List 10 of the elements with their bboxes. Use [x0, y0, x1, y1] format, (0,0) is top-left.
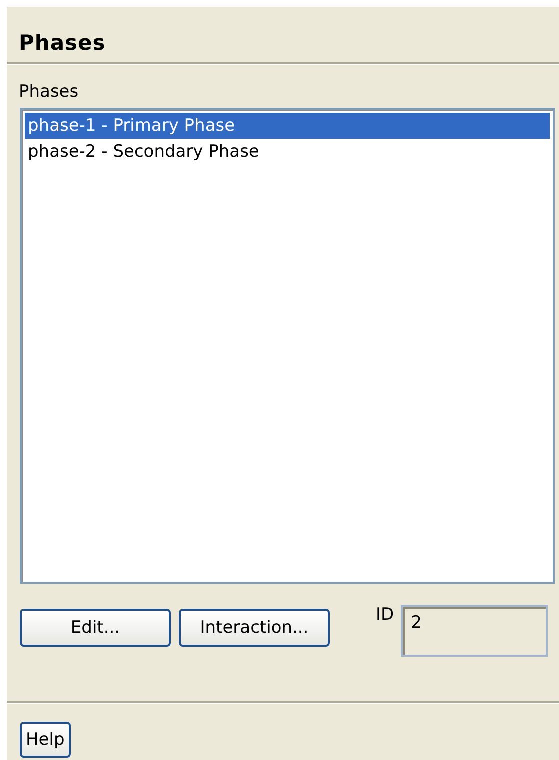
panel-title: Phases	[18, 30, 107, 57]
list-item[interactable]: phase-1 - Primary Phase	[25, 113, 550, 139]
phase-list[interactable]: phase-1 - Primary Phase phase-2 - Secondary Phase	[20, 108, 555, 584]
id-field[interactable]: 2	[401, 605, 548, 657]
list-item[interactable]: phase-2 - Secondary Phase	[25, 139, 550, 165]
help-button[interactable]: Help	[20, 722, 71, 758]
edit-button[interactable]: Edit...	[20, 609, 171, 647]
id-label: ID	[376, 605, 394, 625]
interaction-button[interactable]: Interaction...	[179, 609, 330, 647]
list-label: Phases	[18, 81, 80, 104]
